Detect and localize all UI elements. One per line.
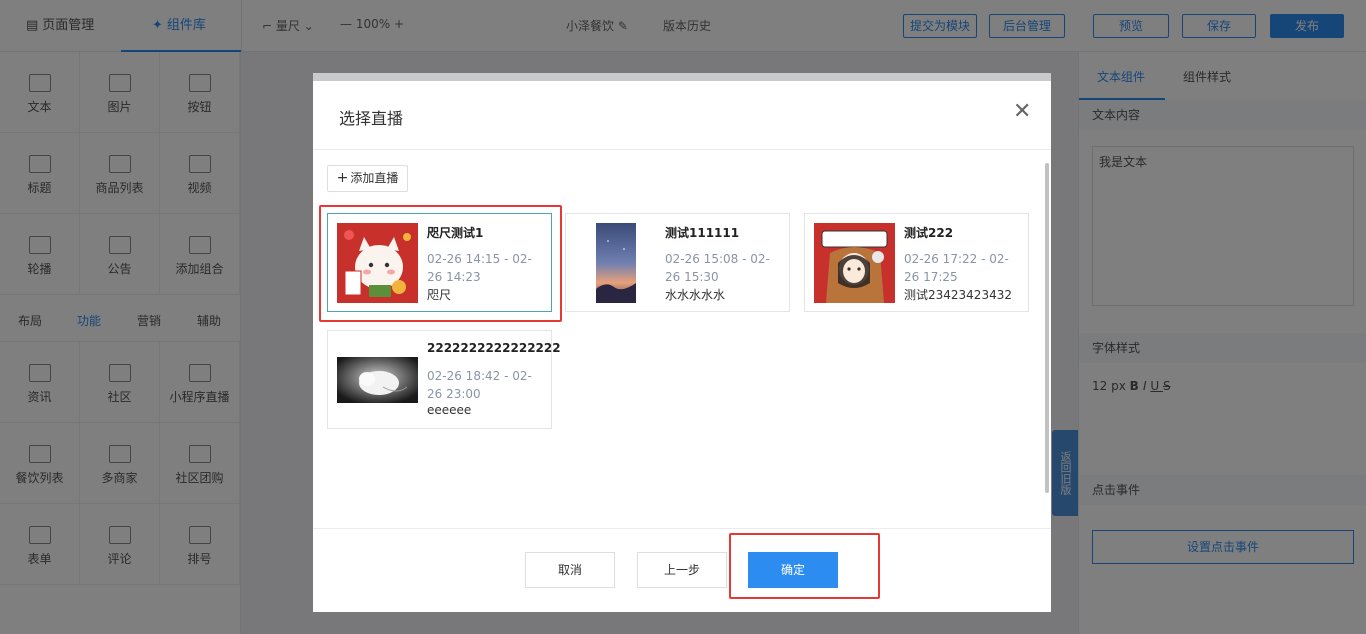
confirm-highlight — [729, 533, 880, 599]
live-time: 02-26 15:08 - 02-26 15:30 — [665, 252, 770, 284]
live-time: 02-26 17:22 - 02-26 17:25 — [904, 252, 1009, 284]
live-card[interactable]: 测试111111 02-26 15:08 - 02-26 15:30 水水水水水 — [565, 213, 790, 312]
live-title: 2222222222222222 — [427, 341, 561, 355]
selection-highlight — [319, 205, 562, 322]
dialog-footer: 取消 上一步 确定 — [313, 528, 1051, 612]
live-title: 测试111111 — [665, 226, 740, 240]
dialog-title: 选择直播 — [339, 109, 404, 128]
live-card[interactable]: 测试222 02-26 17:22 - 02-26 17:25 测试234234… — [804, 213, 1029, 312]
close-icon[interactable]: ✕ — [1013, 101, 1031, 123]
live-desc: 测试23423423432 — [904, 288, 1012, 302]
live-desc: 水水水水水 — [665, 288, 726, 302]
plus-icon: + — [336, 170, 349, 186]
previous-step-button[interactable]: 上一步 — [637, 552, 727, 588]
scrollbar[interactable] — [1045, 163, 1049, 493]
live-thumbnail — [814, 223, 895, 303]
cancel-button[interactable]: 取消 — [525, 552, 615, 588]
live-desc: eeeeee — [427, 403, 472, 417]
live-title: 测试222 — [904, 226, 954, 240]
live-card[interactable]: 2222222222222222 02-26 18:42 - 02-26 23:… — [327, 330, 561, 429]
live-thumbnail — [337, 357, 418, 403]
select-live-dialog: 选择直播 ✕ + 添加直播 咫尺测试1 02-26 14:15 - 02-26 … — [313, 73, 1051, 612]
live-time: 02-26 18:42 - 02-26 23:00 — [427, 369, 532, 401]
add-live-button[interactable]: + 添加直播 — [327, 165, 408, 192]
dialog-header: 选择直播 ✕ — [313, 81, 1051, 150]
live-thumbnail — [596, 223, 636, 303]
dialog-body: + 添加直播 咫尺测试1 02-26 14:15 - 02-26 14:23 咫… — [313, 151, 1051, 528]
